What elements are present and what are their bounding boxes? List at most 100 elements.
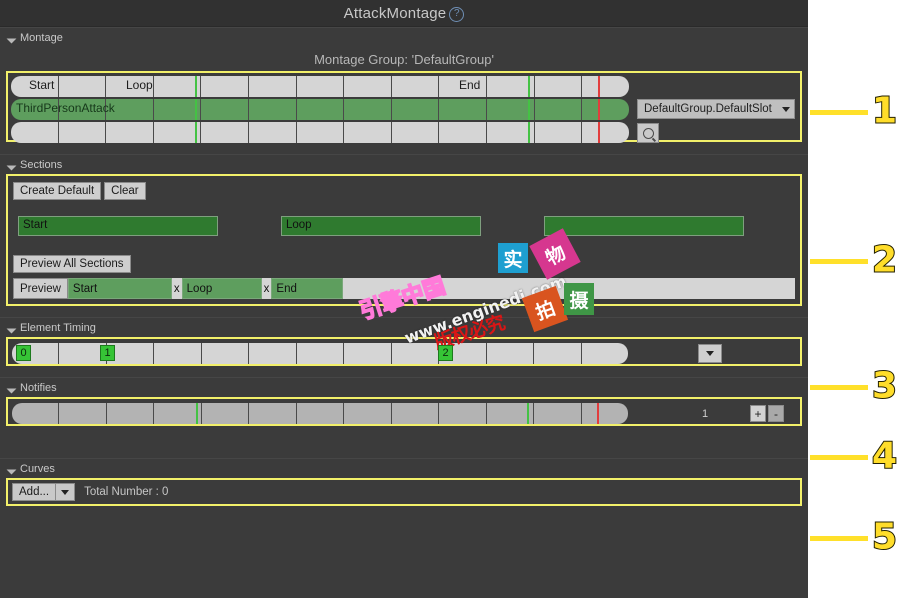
section-header-curves[interactable]: Curves	[0, 458, 808, 478]
track-cell	[392, 343, 440, 364]
callout-number: 5	[871, 516, 898, 558]
section-header-curves-label: Curves	[20, 462, 55, 475]
playhead-marker[interactable]	[598, 76, 601, 97]
section-header-notifies[interactable]: Notifies	[0, 377, 808, 397]
track-cell	[344, 122, 392, 143]
callout-5: 5	[810, 518, 910, 556]
track-cell	[392, 76, 440, 97]
section-marker-end	[527, 76, 530, 97]
callout-3: 3	[810, 367, 910, 405]
track-cell	[582, 343, 628, 364]
find-slot-button[interactable]	[637, 123, 659, 143]
magnifier-icon	[642, 127, 654, 139]
callout-2: 2	[810, 241, 910, 279]
playhead-marker[interactable]	[597, 403, 600, 424]
element-timing-panel: 0 1 2	[6, 337, 802, 366]
track-cells	[11, 76, 629, 97]
timeline-marker-loop	[195, 122, 198, 143]
callout-number: 4	[871, 435, 898, 477]
collapse-triangle-icon[interactable]	[6, 383, 17, 394]
add-notify-track-button[interactable]: +	[750, 405, 766, 422]
callout-line	[810, 536, 868, 541]
section-bar-loop[interactable]: Loop	[281, 216, 481, 236]
collapse-triangle-icon[interactable]	[6, 33, 17, 44]
track-cell	[535, 99, 583, 120]
track-cell	[202, 403, 250, 424]
track-cell	[249, 122, 297, 143]
slot-name-dropdown[interactable]: DefaultGroup.DefaultSlot	[637, 99, 795, 119]
track-cell	[392, 99, 440, 120]
section-header-sections[interactable]: Sections	[0, 154, 808, 174]
section-header-montage[interactable]: Montage	[0, 27, 808, 47]
track-cell	[249, 76, 297, 97]
track-cell	[535, 122, 583, 143]
slot-marker-loop	[195, 99, 198, 120]
element-timing-marker-1[interactable]: 1	[100, 345, 115, 361]
track-cell	[297, 343, 345, 364]
create-default-button[interactable]: Create Default	[13, 182, 102, 200]
callout-line	[810, 385, 868, 390]
track-cell	[201, 76, 250, 97]
montage-slot-name: ThirdPersonAttack	[16, 101, 115, 115]
screenshot-root: AttackMontage ? Montage Montage Group: '…	[0, 0, 912, 598]
chevron-down-icon	[61, 489, 70, 495]
collapse-triangle-icon[interactable]	[6, 160, 17, 171]
notify-marker-loop	[195, 403, 198, 424]
preview-all-sections-button[interactable]: Preview All Sections	[13, 255, 131, 273]
notify-track-count: 1	[702, 407, 709, 420]
add-curve-dropdown-button[interactable]	[56, 483, 76, 501]
track-cell	[439, 403, 487, 424]
callout-number: 3	[871, 365, 898, 407]
segment-label-loop[interactable]: Loop	[126, 78, 153, 92]
preview-segment-loop[interactable]: Loop	[181, 278, 262, 299]
montage-section-track[interactable]: Start Loop End	[11, 76, 629, 97]
playhead-marker[interactable]	[598, 122, 601, 143]
segment-label-start[interactable]: Start	[29, 78, 54, 92]
section-marker-loop	[195, 76, 198, 97]
montage-slot-controls: DefaultGroup.DefaultSlot	[629, 76, 797, 145]
preview-all-row: Preview All Sections	[13, 255, 795, 273]
track-cell	[582, 403, 628, 424]
track-cell	[249, 343, 297, 364]
track-cell	[582, 76, 629, 97]
notifies-controls: 1 + -	[628, 403, 796, 424]
section-header-montage-label: Montage	[20, 31, 63, 44]
timeline-marker-end	[527, 122, 530, 143]
section-header-sections-label: Sections	[20, 158, 63, 171]
track-cell	[201, 99, 250, 120]
track-cell	[11, 122, 59, 143]
section-bar-start[interactable]: Start	[18, 216, 218, 236]
element-timing-dropdown-button[interactable]	[698, 344, 722, 363]
segment-label-end[interactable]: End	[459, 78, 480, 92]
preview-button[interactable]: Preview	[13, 278, 68, 299]
element-timing-marker-2[interactable]: 2	[438, 345, 453, 361]
section-bar-end[interactable]	[544, 216, 744, 236]
collapse-triangle-icon[interactable]	[6, 323, 17, 334]
section-bar-start-label: Start	[23, 219, 48, 231]
track-cell	[582, 99, 629, 120]
add-curve-button[interactable]: Add...	[12, 483, 57, 501]
section-bar-loop-label: Loop	[286, 219, 312, 231]
remove-notify-track-button[interactable]: -	[768, 405, 784, 422]
track-cell	[344, 76, 392, 97]
element-timing-marker-0[interactable]: 0	[16, 345, 31, 361]
track-cell	[59, 76, 107, 97]
track-cell	[249, 403, 297, 424]
montage-timeline-track[interactable]	[11, 122, 629, 143]
track-cell	[344, 99, 392, 120]
preview-segment-end[interactable]: End	[271, 278, 344, 299]
montage-slot-track[interactable]: ThirdPersonAttack	[11, 99, 629, 120]
track-cell	[59, 403, 107, 424]
track-cell	[582, 122, 629, 143]
track-cell	[535, 76, 583, 97]
preview-segment-start[interactable]: Start	[67, 278, 172, 299]
question-mark-icon[interactable]: ?	[449, 6, 465, 22]
clear-button[interactable]: Clear	[104, 182, 146, 200]
playhead-marker[interactable]	[598, 99, 601, 120]
section-header-element-timing[interactable]: Element Timing	[0, 317, 808, 337]
element-timing-track[interactable]: 0 1 2	[12, 343, 628, 364]
track-cell	[344, 403, 392, 424]
notifies-track[interactable]	[12, 403, 628, 424]
collapse-triangle-icon[interactable]	[6, 464, 17, 475]
curve-total-number-label: Total Number : 0	[84, 486, 169, 498]
